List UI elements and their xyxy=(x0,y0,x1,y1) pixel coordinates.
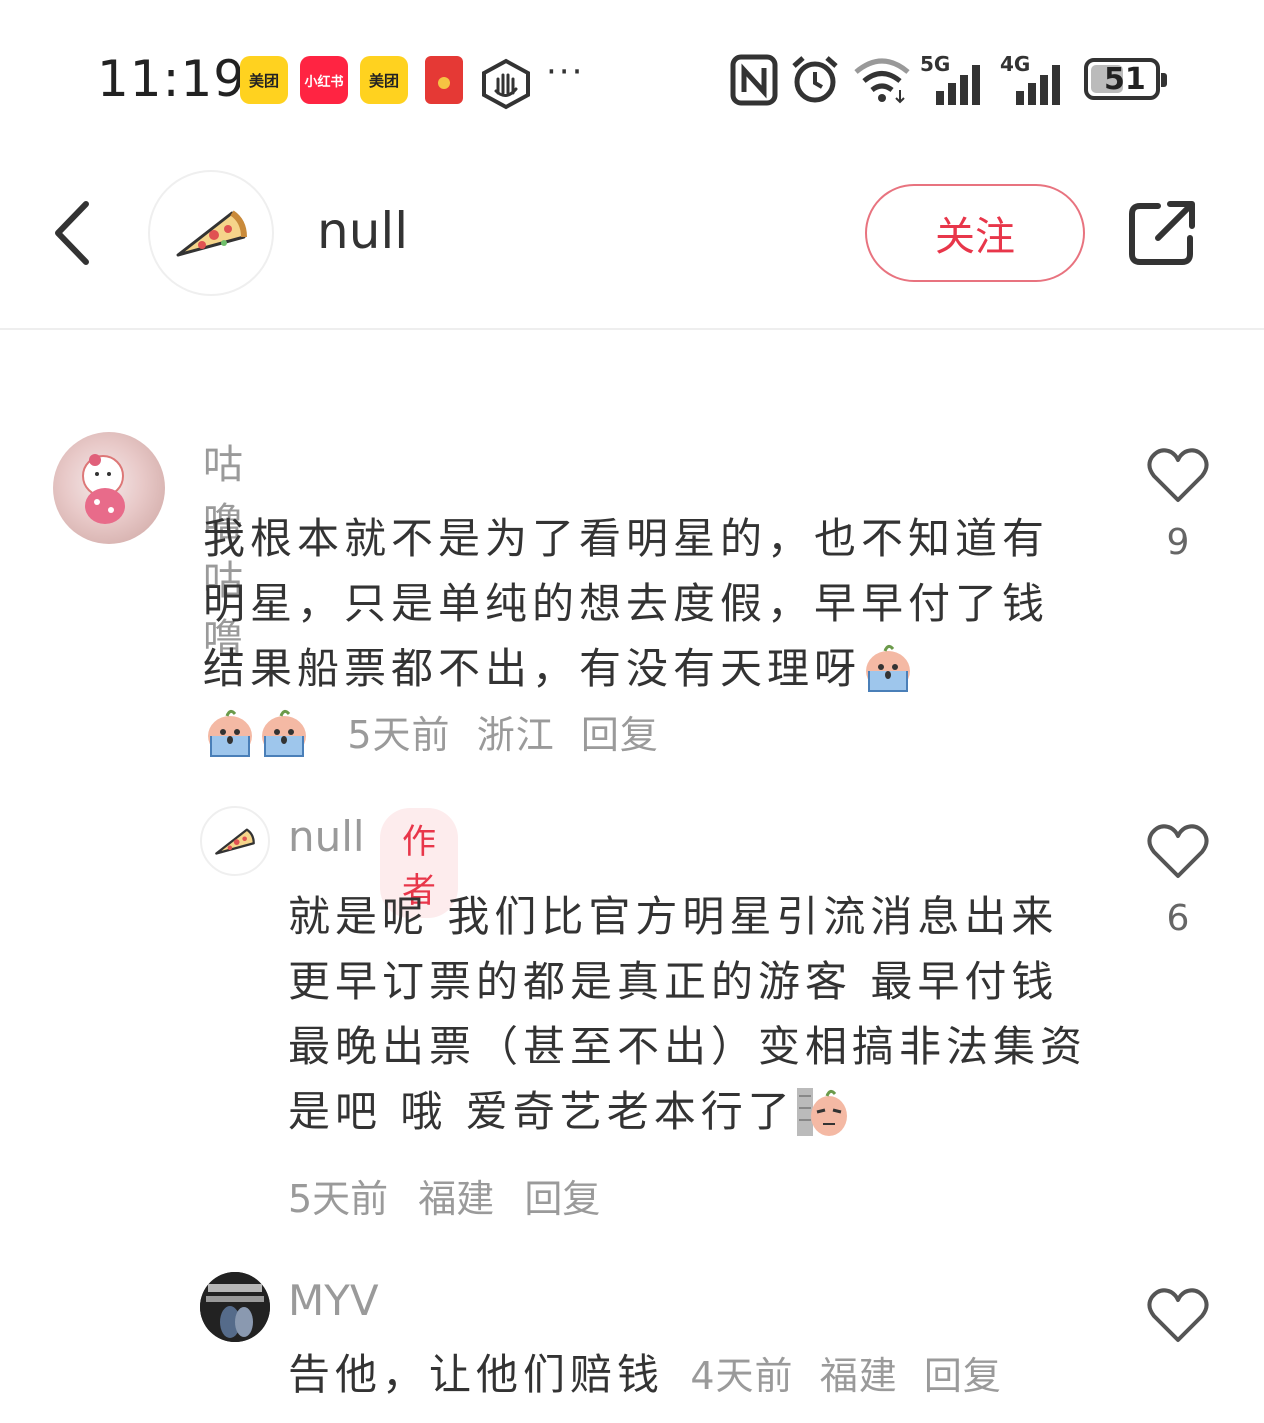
follow-button[interactable]: 关注 xyxy=(865,184,1085,282)
share-icon[interactable] xyxy=(1128,198,1198,268)
meituan-icon: 美团 xyxy=(240,56,288,104)
comment-time: 5天前 xyxy=(288,1177,389,1221)
comment-meta: 5天前 浙江 回复 xyxy=(347,713,659,757)
crying-emoji-icon xyxy=(262,709,306,757)
comment-text-content: 我根本就不是为了看明星的，也不知道有明星，只是单纯的想去度假，早早付了钱 结果船… xyxy=(203,514,1050,693)
heart-icon[interactable] xyxy=(1146,1286,1210,1346)
wifi-icon xyxy=(854,58,910,104)
battery-indicator: 51 xyxy=(1084,58,1167,100)
comment-location: 浙江 xyxy=(476,713,555,757)
avatar[interactable] xyxy=(200,806,270,876)
peeking-emoji-icon xyxy=(796,1088,847,1136)
plush-toy-icon xyxy=(82,454,125,524)
photo-avatar-icon xyxy=(200,1272,270,1342)
reply-button[interactable]: 回复 xyxy=(581,713,659,757)
comment-text-content: 就是呢 我们比官方明星引流消息出来更早订票的都是真正的游客 最早付钱 最晚出票（… xyxy=(288,892,1088,1136)
more-notifications-icon: ··· xyxy=(546,52,585,92)
comment-location: 福建 xyxy=(819,1354,898,1398)
avatar[interactable] xyxy=(200,1272,270,1342)
avatar[interactable] xyxy=(53,432,165,544)
crying-emoji-icon xyxy=(208,709,252,757)
pizza-icon xyxy=(215,828,255,855)
comment-meta: 4天前 福建 回复 xyxy=(690,1354,1002,1398)
comment-meta: 5天前 福建 回复 xyxy=(288,1168,618,1223)
profile-username: null xyxy=(317,202,409,260)
comment-text: 就是呢 我们比官方明星引流消息出来更早订票的都是真正的游客 最早付钱 最晚出票（… xyxy=(288,884,1088,1144)
heart-icon[interactable] xyxy=(1146,822,1210,882)
status-bar: 11:19 美团 小红书 美团 ··· 5G 4G 51 xyxy=(0,0,1264,140)
clock: 11:19 xyxy=(97,50,247,108)
profile-header: null 关注 xyxy=(0,140,1264,330)
heart-icon[interactable] xyxy=(1146,446,1210,506)
avatar[interactable] xyxy=(148,170,274,296)
comment-time: 4天前 xyxy=(690,1354,794,1398)
meituan-icon: 美团 xyxy=(360,56,408,104)
pizza-icon xyxy=(176,210,247,257)
reply-button[interactable]: 回复 xyxy=(924,1354,1002,1398)
hand-stop-icon xyxy=(482,58,530,110)
comment-text: 我根本就不是为了看明星的，也不知道有明星，只是单纯的想去度假，早早付了钱 结果船… xyxy=(203,506,1083,768)
comment-username[interactable]: MYV xyxy=(288,1276,379,1325)
nfc-icon xyxy=(730,54,778,106)
signal-bars-icon xyxy=(1016,65,1060,105)
xiaohongshu-icon: 小红书 xyxy=(300,56,348,104)
alarm-icon xyxy=(792,56,838,103)
comment-location: 福建 xyxy=(418,1177,495,1221)
red-packet-icon xyxy=(425,56,463,104)
comment-text-content: 告他，让他们赔钱 xyxy=(288,1350,665,1399)
reply-button[interactable]: 回复 xyxy=(524,1177,600,1221)
signal-bars-icon xyxy=(936,65,980,105)
battery-level: 51 xyxy=(1104,61,1146,97)
crying-emoji-icon xyxy=(866,644,911,692)
battery-cap xyxy=(1161,73,1167,87)
like-count: 6 xyxy=(1166,898,1190,939)
comment-time: 5天前 xyxy=(347,713,451,757)
back-arrow-icon[interactable] xyxy=(48,198,98,268)
comment-username[interactable]: null xyxy=(288,812,365,861)
comment-text: 告他，让他们赔钱 4天前 福建 回复 xyxy=(288,1342,1088,1409)
like-count: 9 xyxy=(1166,522,1190,563)
